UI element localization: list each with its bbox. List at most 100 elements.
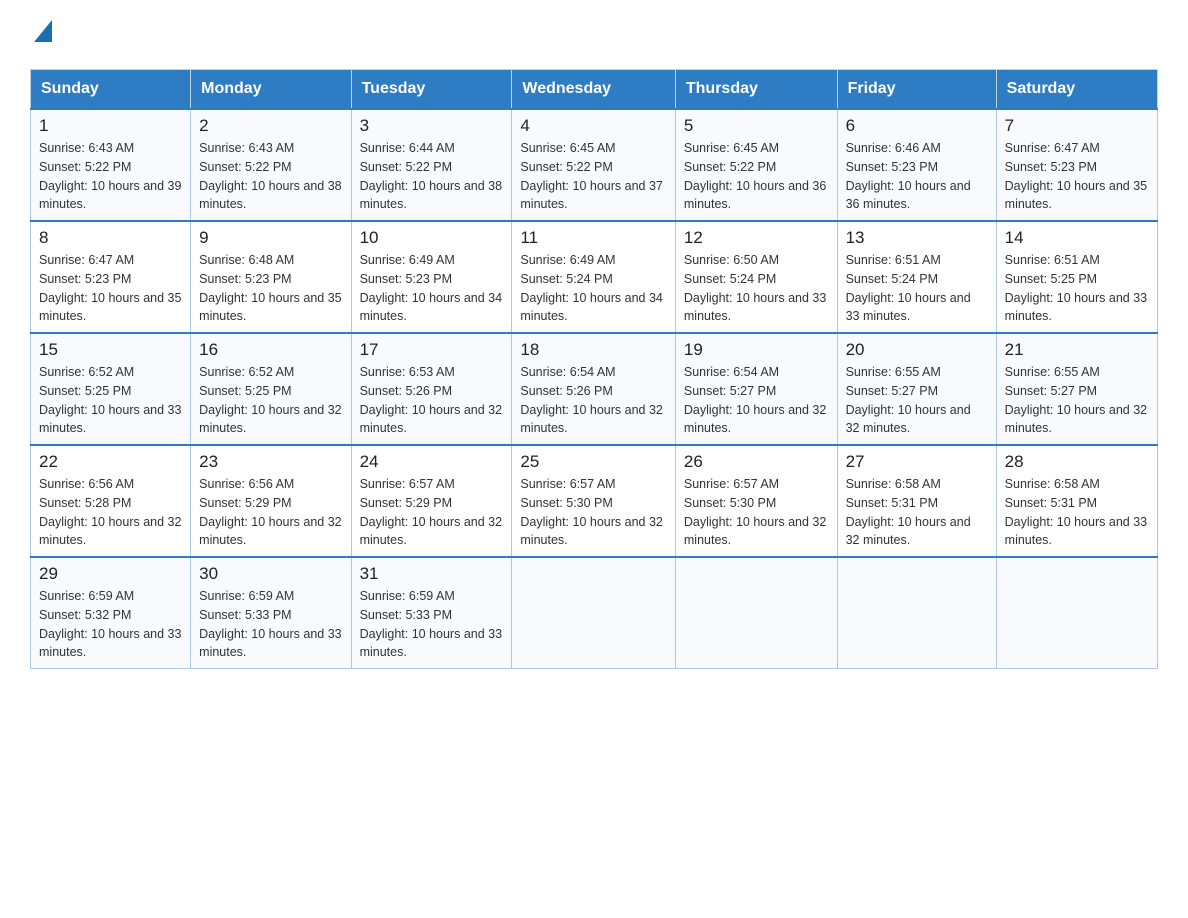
- day-number: 16: [199, 340, 342, 360]
- logo-triangle-icon: [34, 20, 52, 42]
- day-number: 25: [520, 452, 666, 472]
- header-sunday: Sunday: [31, 70, 191, 110]
- header-thursday: Thursday: [675, 70, 837, 110]
- day-info: Sunrise: 6:59 AMSunset: 5:32 PMDaylight:…: [39, 589, 181, 659]
- day-info: Sunrise: 6:56 AMSunset: 5:28 PMDaylight:…: [39, 477, 181, 547]
- calendar-cell: 30 Sunrise: 6:59 AMSunset: 5:33 PMDaylig…: [191, 557, 351, 669]
- calendar-cell: [837, 557, 996, 669]
- calendar-cell: 10 Sunrise: 6:49 AMSunset: 5:23 PMDaylig…: [351, 221, 512, 333]
- calendar-cell: 16 Sunrise: 6:52 AMSunset: 5:25 PMDaylig…: [191, 333, 351, 445]
- day-number: 30: [199, 564, 342, 584]
- day-number: 19: [684, 340, 829, 360]
- day-info: Sunrise: 6:56 AMSunset: 5:29 PMDaylight:…: [199, 477, 341, 547]
- day-info: Sunrise: 6:55 AMSunset: 5:27 PMDaylight:…: [1005, 365, 1147, 435]
- day-info: Sunrise: 6:55 AMSunset: 5:27 PMDaylight:…: [846, 365, 971, 435]
- calendar-week-row: 15 Sunrise: 6:52 AMSunset: 5:25 PMDaylig…: [31, 333, 1158, 445]
- calendar-table: Sunday Monday Tuesday Wednesday Thursday…: [30, 69, 1158, 669]
- day-number: 5: [684, 116, 829, 136]
- day-info: Sunrise: 6:48 AMSunset: 5:23 PMDaylight:…: [199, 253, 341, 323]
- day-number: 6: [846, 116, 988, 136]
- calendar-cell: 7 Sunrise: 6:47 AMSunset: 5:23 PMDayligh…: [996, 109, 1157, 221]
- calendar-cell: [675, 557, 837, 669]
- day-info: Sunrise: 6:45 AMSunset: 5:22 PMDaylight:…: [684, 141, 826, 211]
- day-info: Sunrise: 6:57 AMSunset: 5:29 PMDaylight:…: [360, 477, 502, 547]
- calendar-cell: 15 Sunrise: 6:52 AMSunset: 5:25 PMDaylig…: [31, 333, 191, 445]
- calendar-cell: 21 Sunrise: 6:55 AMSunset: 5:27 PMDaylig…: [996, 333, 1157, 445]
- day-number: 20: [846, 340, 988, 360]
- day-number: 9: [199, 228, 342, 248]
- day-info: Sunrise: 6:51 AMSunset: 5:24 PMDaylight:…: [846, 253, 971, 323]
- calendar-cell: 6 Sunrise: 6:46 AMSunset: 5:23 PMDayligh…: [837, 109, 996, 221]
- day-info: Sunrise: 6:51 AMSunset: 5:25 PMDaylight:…: [1005, 253, 1147, 323]
- header-row: Sunday Monday Tuesday Wednesday Thursday…: [31, 70, 1158, 110]
- day-number: 27: [846, 452, 988, 472]
- calendar-cell: 5 Sunrise: 6:45 AMSunset: 5:22 PMDayligh…: [675, 109, 837, 221]
- day-number: 10: [360, 228, 504, 248]
- day-number: 7: [1005, 116, 1149, 136]
- calendar-week-row: 8 Sunrise: 6:47 AMSunset: 5:23 PMDayligh…: [31, 221, 1158, 333]
- day-number: 22: [39, 452, 182, 472]
- calendar-cell: 17 Sunrise: 6:53 AMSunset: 5:26 PMDaylig…: [351, 333, 512, 445]
- calendar-cell: 31 Sunrise: 6:59 AMSunset: 5:33 PMDaylig…: [351, 557, 512, 669]
- calendar-cell: 13 Sunrise: 6:51 AMSunset: 5:24 PMDaylig…: [837, 221, 996, 333]
- day-info: Sunrise: 6:44 AMSunset: 5:22 PMDaylight:…: [360, 141, 502, 211]
- day-info: Sunrise: 6:58 AMSunset: 5:31 PMDaylight:…: [1005, 477, 1147, 547]
- calendar-cell: [996, 557, 1157, 669]
- day-info: Sunrise: 6:49 AMSunset: 5:24 PMDaylight:…: [520, 253, 662, 323]
- day-number: 17: [360, 340, 504, 360]
- day-info: Sunrise: 6:54 AMSunset: 5:26 PMDaylight:…: [520, 365, 662, 435]
- day-number: 28: [1005, 452, 1149, 472]
- day-info: Sunrise: 6:58 AMSunset: 5:31 PMDaylight:…: [846, 477, 971, 547]
- day-number: 24: [360, 452, 504, 472]
- day-info: Sunrise: 6:57 AMSunset: 5:30 PMDaylight:…: [520, 477, 662, 547]
- calendar-cell: 4 Sunrise: 6:45 AMSunset: 5:22 PMDayligh…: [512, 109, 675, 221]
- day-info: Sunrise: 6:53 AMSunset: 5:26 PMDaylight:…: [360, 365, 502, 435]
- day-number: 26: [684, 452, 829, 472]
- day-number: 13: [846, 228, 988, 248]
- header-saturday: Saturday: [996, 70, 1157, 110]
- day-info: Sunrise: 6:47 AMSunset: 5:23 PMDaylight:…: [39, 253, 181, 323]
- header-monday: Monday: [191, 70, 351, 110]
- day-number: 18: [520, 340, 666, 360]
- calendar-week-row: 22 Sunrise: 6:56 AMSunset: 5:28 PMDaylig…: [31, 445, 1158, 557]
- day-info: Sunrise: 6:46 AMSunset: 5:23 PMDaylight:…: [846, 141, 971, 211]
- calendar-cell: 2 Sunrise: 6:43 AMSunset: 5:22 PMDayligh…: [191, 109, 351, 221]
- calendar-cell: 8 Sunrise: 6:47 AMSunset: 5:23 PMDayligh…: [31, 221, 191, 333]
- day-info: Sunrise: 6:45 AMSunset: 5:22 PMDaylight:…: [520, 141, 662, 211]
- calendar-week-row: 1 Sunrise: 6:43 AMSunset: 5:22 PMDayligh…: [31, 109, 1158, 221]
- day-info: Sunrise: 6:54 AMSunset: 5:27 PMDaylight:…: [684, 365, 826, 435]
- day-number: 2: [199, 116, 342, 136]
- calendar-cell: 24 Sunrise: 6:57 AMSunset: 5:29 PMDaylig…: [351, 445, 512, 557]
- day-number: 11: [520, 228, 666, 248]
- day-info: Sunrise: 6:52 AMSunset: 5:25 PMDaylight:…: [199, 365, 341, 435]
- calendar-cell: 1 Sunrise: 6:43 AMSunset: 5:22 PMDayligh…: [31, 109, 191, 221]
- calendar-cell: 14 Sunrise: 6:51 AMSunset: 5:25 PMDaylig…: [996, 221, 1157, 333]
- calendar-cell: 27 Sunrise: 6:58 AMSunset: 5:31 PMDaylig…: [837, 445, 996, 557]
- day-number: 14: [1005, 228, 1149, 248]
- day-info: Sunrise: 6:50 AMSunset: 5:24 PMDaylight:…: [684, 253, 826, 323]
- day-number: 29: [39, 564, 182, 584]
- calendar-week-row: 29 Sunrise: 6:59 AMSunset: 5:32 PMDaylig…: [31, 557, 1158, 669]
- day-info: Sunrise: 6:57 AMSunset: 5:30 PMDaylight:…: [684, 477, 826, 547]
- day-number: 1: [39, 116, 182, 136]
- day-number: 23: [199, 452, 342, 472]
- calendar-cell: [512, 557, 675, 669]
- day-number: 3: [360, 116, 504, 136]
- calendar-cell: 23 Sunrise: 6:56 AMSunset: 5:29 PMDaylig…: [191, 445, 351, 557]
- day-info: Sunrise: 6:49 AMSunset: 5:23 PMDaylight:…: [360, 253, 502, 323]
- day-info: Sunrise: 6:47 AMSunset: 5:23 PMDaylight:…: [1005, 141, 1147, 211]
- calendar-cell: 28 Sunrise: 6:58 AMSunset: 5:31 PMDaylig…: [996, 445, 1157, 557]
- header-tuesday: Tuesday: [351, 70, 512, 110]
- header-friday: Friday: [837, 70, 996, 110]
- calendar-cell: 19 Sunrise: 6:54 AMSunset: 5:27 PMDaylig…: [675, 333, 837, 445]
- day-info: Sunrise: 6:43 AMSunset: 5:22 PMDaylight:…: [39, 141, 181, 211]
- calendar-cell: 18 Sunrise: 6:54 AMSunset: 5:26 PMDaylig…: [512, 333, 675, 445]
- day-number: 12: [684, 228, 829, 248]
- calendar-cell: 3 Sunrise: 6:44 AMSunset: 5:22 PMDayligh…: [351, 109, 512, 221]
- header-wednesday: Wednesday: [512, 70, 675, 110]
- day-info: Sunrise: 6:59 AMSunset: 5:33 PMDaylight:…: [199, 589, 341, 659]
- calendar-cell: 25 Sunrise: 6:57 AMSunset: 5:30 PMDaylig…: [512, 445, 675, 557]
- logo: [30, 20, 52, 49]
- day-number: 21: [1005, 340, 1149, 360]
- calendar-cell: 22 Sunrise: 6:56 AMSunset: 5:28 PMDaylig…: [31, 445, 191, 557]
